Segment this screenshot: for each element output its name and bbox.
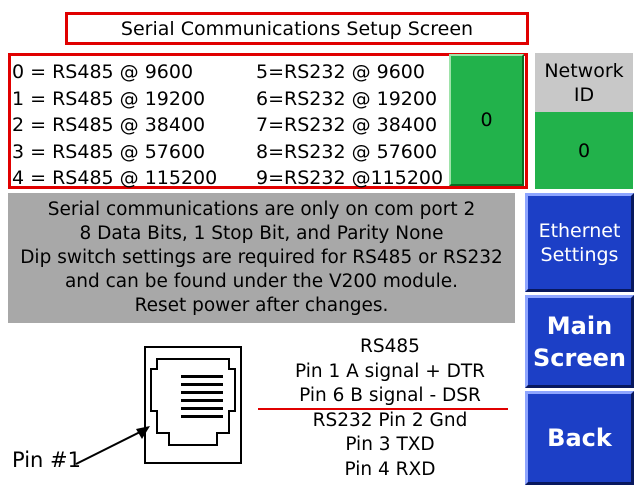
pinout-list: RS485 Pin 1 A signal + DTR Pin 6 B signa… — [255, 335, 525, 485]
baud-option: 9=RS232 @115200 — [256, 167, 444, 189]
baud-option: 3 = RS485 @ 57600 — [12, 140, 206, 163]
pinout-line: RS485 — [360, 336, 420, 357]
baud-option: 4 = RS485 @ 115200 — [12, 167, 218, 189]
pinout-divider — [258, 408, 508, 410]
main-screen-button[interactable]: Main Screen — [525, 295, 634, 388]
network-id-label-line2: ID — [573, 83, 595, 106]
ethernet-settings-label-line2: Settings — [540, 243, 619, 266]
rj-jack-diagram-icon — [144, 346, 242, 464]
baud-option: 1 = RS485 @ 19200 — [12, 87, 206, 110]
network-id-value: 0 — [577, 139, 591, 162]
back-label: Back — [547, 424, 612, 452]
info-line: 8 Data Bits, 1 Stop Bit, and Parity None — [79, 223, 444, 244]
screen-title-text: Serial Communications Setup Screen — [120, 17, 474, 40]
main-screen-label-line2: Screen — [533, 343, 626, 372]
info-panel: Serial communications are only on com po… — [8, 193, 515, 323]
baud-option: 8=RS232 @ 57600 — [256, 140, 438, 163]
ethernet-settings-button[interactable]: Ethernet Settings — [525, 193, 634, 292]
pinout-line: Pin 1 A signal + DTR — [294, 360, 486, 382]
back-button[interactable]: Back — [525, 391, 634, 485]
pin1-arrow-icon — [75, 426, 150, 465]
baud-option: 2 = RS485 @ 38400 — [12, 114, 206, 136]
network-id-label: Network ID — [535, 53, 633, 112]
pin1-label: Pin #1 — [12, 448, 81, 472]
screen-title: Serial Communications Setup Screen — [65, 12, 529, 45]
network-id-input[interactable]: 0 — [535, 112, 633, 189]
main-screen-label-line1: Main — [546, 311, 613, 340]
rs485-options: 0 = RS485 @ 9600 1 = RS485 @ 19200 2 = R… — [12, 59, 217, 192]
pinout-line: RS232 Pin 2 Gnd — [312, 409, 468, 431]
baud-option: 0 = RS485 @ 9600 — [12, 61, 194, 83]
rs232-options: 5=RS232 @ 9600 6=RS232 @ 19200 7=RS232 @… — [256, 59, 443, 192]
pinout-line: Pin 6 B signal - DSR — [299, 385, 481, 406]
info-line: Serial communications are only on com po… — [47, 199, 476, 220]
baud-setting-input[interactable]: 0 — [449, 54, 524, 186]
pinout-line: Pin 3 TXD — [345, 434, 435, 455]
baud-option: 7=RS232 @ 38400 — [256, 114, 438, 136]
ethernet-settings-label-line1: Ethernet — [538, 219, 621, 242]
pinout-line: Pin 4 RXD — [344, 458, 436, 480]
info-line: Reset power after changes. — [134, 295, 389, 316]
info-line: and can be found under the V200 module. — [64, 271, 459, 292]
network-id-label-line1: Network — [544, 59, 624, 82]
baud-option: 6=RS232 @ 19200 — [256, 87, 438, 110]
baud-option: 5=RS232 @ 9600 — [256, 61, 425, 83]
baud-setting-value: 0 — [480, 109, 493, 131]
info-line: Dip switch settings are required for RS4… — [20, 247, 503, 268]
